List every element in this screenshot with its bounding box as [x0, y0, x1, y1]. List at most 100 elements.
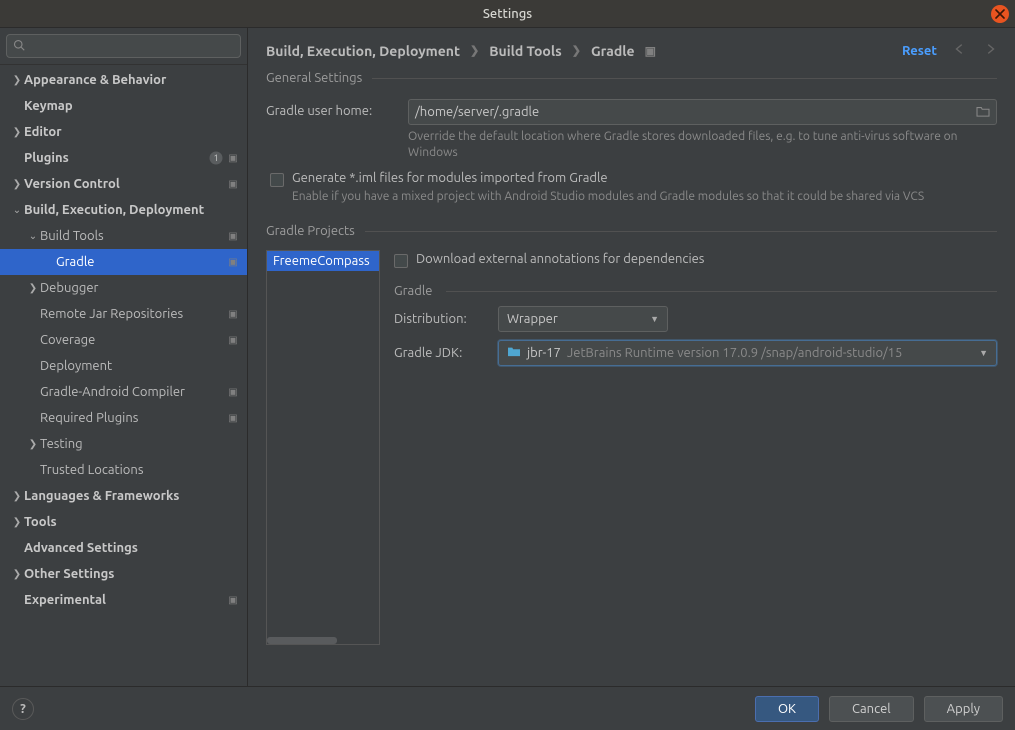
download-annotations-label: Download external annotations for depend…	[416, 252, 997, 266]
tree-item-label: Plugins	[24, 151, 209, 165]
tree-item[interactable]: Gradle ▣	[0, 249, 247, 275]
badge: 1	[209, 151, 223, 165]
titlebar: Settings	[0, 0, 1015, 28]
tree-item[interactable]: ❯Testing	[0, 431, 247, 457]
scope-icon: ▣	[227, 412, 239, 424]
project-detail: Download external annotations for depend…	[394, 250, 997, 645]
tree-item-label: Debugger	[40, 281, 239, 295]
breadcrumb-item: Gradle	[591, 43, 635, 59]
tree-item[interactable]: ❯Editor	[0, 119, 247, 145]
cancel-button[interactable]: Cancel	[829, 696, 914, 722]
tree-item-label: Other Settings	[24, 567, 239, 581]
jdk-select[interactable]: jbr-17 JetBrains Runtime version 17.0.9 …	[498, 340, 997, 366]
scope-icon: ▣	[645, 44, 656, 58]
tree-item[interactable]: ⌄Build Tools ▣	[0, 223, 247, 249]
download-annotations-checkbox[interactable]	[394, 254, 408, 268]
tree-item-label: Build Tools	[40, 229, 223, 243]
tree-item[interactable]: ❯Languages & Frameworks	[0, 483, 247, 509]
scope-icon: ▣	[227, 178, 239, 190]
tree-item[interactable]: Coverage ▣	[0, 327, 247, 353]
tree-item[interactable]: Gradle-Android Compiler ▣	[0, 379, 247, 405]
tree-item[interactable]: Trusted Locations	[0, 457, 247, 483]
apply-button[interactable]: Apply	[924, 696, 1003, 722]
close-icon[interactable]	[991, 5, 1009, 23]
chevron-right-icon[interactable]: ❯	[10, 490, 24, 502]
search-input[interactable]	[29, 39, 234, 53]
generate-iml-row[interactable]: Generate *.iml files for modules importe…	[270, 171, 997, 205]
projects-list[interactable]: FreemeCompass	[266, 250, 380, 645]
gradle-user-home-label: Gradle user home:	[266, 99, 396, 118]
scope-icon: ▣	[227, 256, 239, 268]
gradle-user-home-row: Gradle user home: /home/server/.gradle O…	[266, 99, 997, 161]
tree-item[interactable]: ❯Version Control ▣	[0, 171, 247, 197]
section-title-projects: Gradle Projects	[266, 220, 997, 242]
tree-item[interactable]: Required Plugins ▣	[0, 405, 247, 431]
tree-item-label: Appearance & Behavior	[24, 73, 239, 87]
tree-item[interactable]: Remote Jar Repositories▣	[0, 301, 247, 327]
projects-scrollbar[interactable]	[267, 637, 379, 644]
chevron-down-icon[interactable]: ⌄	[26, 230, 40, 242]
tree-item[interactable]: ❯Tools	[0, 509, 247, 535]
tree-item-label: Required Plugins	[40, 411, 223, 425]
scope-icon: ▣	[227, 386, 239, 398]
content-pane: Build, Execution, Deployment ❯ Build Too…	[248, 28, 1015, 686]
chevron-right-icon[interactable]: ❯	[10, 178, 24, 190]
search-input-wrap[interactable]	[6, 34, 241, 58]
help-button[interactable]: ?	[12, 698, 34, 720]
gradle-user-home-input[interactable]: /home/server/.gradle	[408, 99, 997, 125]
chevron-right-icon[interactable]: ❯	[26, 282, 40, 294]
tree-item[interactable]: Keymap	[0, 93, 247, 119]
content-body: General Settings Gradle user home: /home…	[248, 67, 1015, 686]
reset-link[interactable]: Reset	[902, 44, 937, 58]
tree-item-label: Gradle-Android Compiler	[40, 385, 223, 399]
tree-item[interactable]: Advanced Settings	[0, 535, 247, 561]
sidebar-search	[0, 28, 247, 65]
gradle-user-home-help: Override the default location where Grad…	[408, 129, 997, 161]
tree-item[interactable]: Experimental▣	[0, 587, 247, 613]
tree-item[interactable]: Plugins 1 ▣	[0, 145, 247, 171]
chevron-right-icon[interactable]: ❯	[26, 438, 40, 450]
footer: ? OK Cancel Apply	[0, 686, 1015, 730]
download-annotations-row[interactable]: Download external annotations for depend…	[394, 252, 997, 268]
chevron-right-icon[interactable]: ❯	[10, 126, 24, 138]
tree-item-label: Advanced Settings	[24, 541, 239, 555]
tree-item-label: Editor	[24, 125, 239, 139]
tree-item[interactable]: ⌄Build, Execution, Deployment	[0, 197, 247, 223]
content-header: Build, Execution, Deployment ❯ Build Too…	[248, 28, 1015, 67]
forward-icon	[983, 42, 997, 59]
folder-icon[interactable]	[976, 105, 990, 120]
generate-iml-checkbox[interactable]	[270, 173, 284, 187]
breadcrumb-item[interactable]: Build, Execution, Deployment	[266, 43, 460, 59]
tree-item-label: Tools	[24, 515, 239, 529]
chevron-right-icon[interactable]: ❯	[10, 74, 24, 86]
tree-item-label: Languages & Frameworks	[24, 489, 239, 503]
scope-icon: ▣	[227, 334, 239, 346]
chevron-right-icon: ❯	[572, 44, 581, 57]
tree-item[interactable]: Deployment	[0, 353, 247, 379]
tree-item-label: Build, Execution, Deployment	[24, 203, 239, 217]
gradle-user-home-value: /home/server/.gradle	[415, 105, 539, 119]
project-item[interactable]: FreemeCompass	[267, 251, 379, 271]
jdk-value: jbr-17	[527, 346, 561, 360]
chevron-right-icon[interactable]: ❯	[10, 568, 24, 580]
settings-tree[interactable]: ❯Appearance & BehaviorKeymap❯EditorPlugi…	[0, 65, 247, 686]
gradle-projects-wrap: FreemeCompass Download external annotati…	[266, 250, 997, 645]
tree-item[interactable]: ❯Appearance & Behavior	[0, 67, 247, 93]
tree-item-label: Coverage	[40, 333, 223, 347]
tree-item[interactable]: ❯Other Settings	[0, 561, 247, 587]
tree-item-label: Version Control	[24, 177, 223, 191]
tree-item[interactable]: ❯Debugger	[0, 275, 247, 301]
tree-item-label: Testing	[40, 437, 239, 451]
tree-item-label: Trusted Locations	[40, 463, 239, 477]
breadcrumb-item[interactable]: Build Tools	[489, 43, 561, 59]
chevron-right-icon[interactable]: ❯	[10, 516, 24, 528]
chevron-down-icon[interactable]: ⌄	[10, 204, 24, 216]
svg-text:1: 1	[213, 153, 218, 163]
search-icon	[13, 39, 25, 54]
scope-icon: ▣	[227, 308, 239, 320]
distribution-select[interactable]: Wrapper ▼	[498, 306, 668, 332]
scope-icon: ▣	[227, 152, 239, 164]
ok-button[interactable]: OK	[755, 696, 819, 722]
scope-icon: ▣	[227, 230, 239, 242]
tree-item-label: Gradle	[56, 255, 223, 269]
